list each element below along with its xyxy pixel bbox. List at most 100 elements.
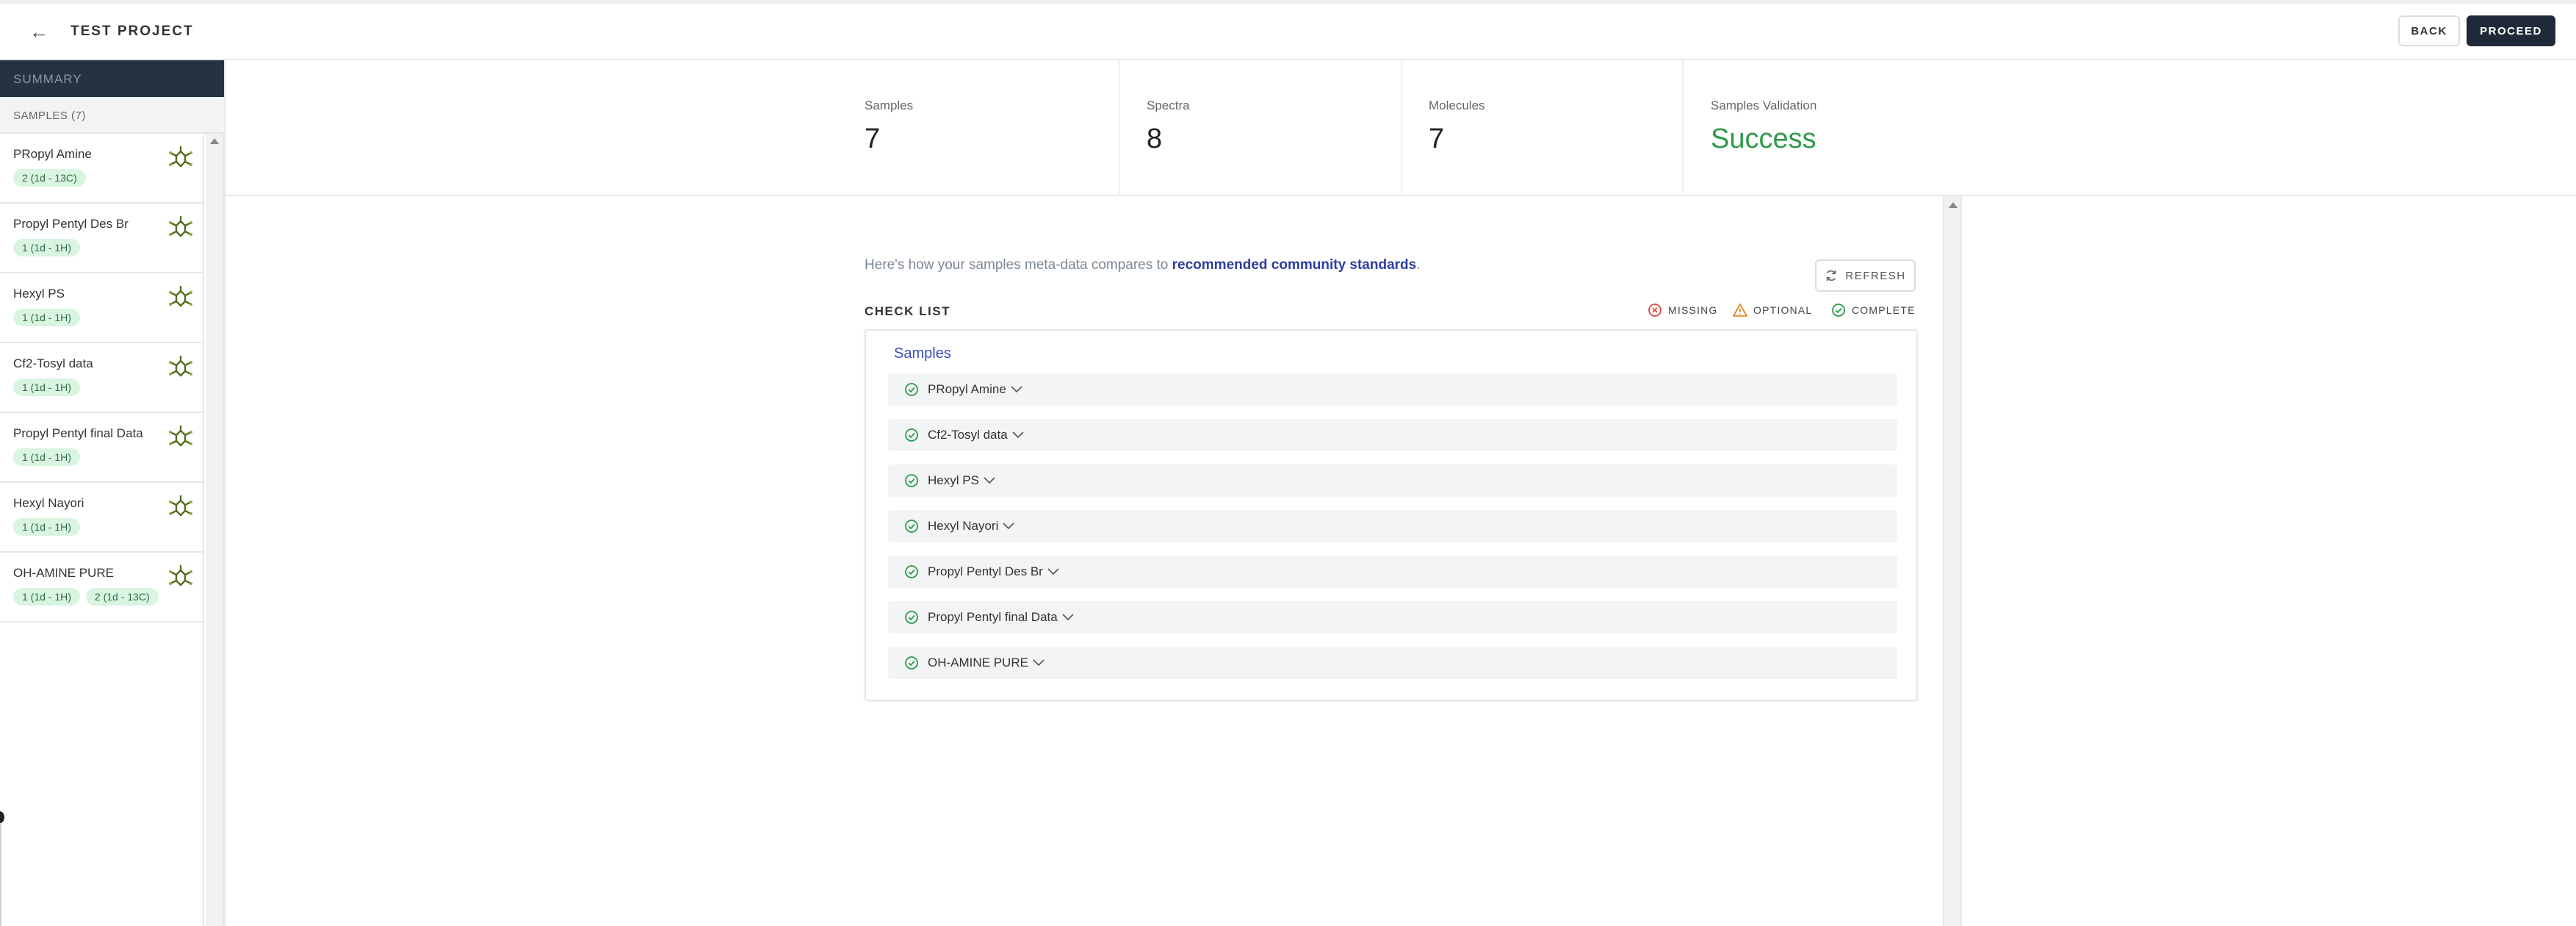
complete-icon [1832,304,1845,317]
legend-complete: COMPLETE [1831,303,1916,317]
intro-text-body: Here's how your samples meta-data compar… [865,257,1172,273]
checklist-row[interactable]: Propyl Pentyl Des Br [888,556,1897,588]
scroll-up-arrow-icon[interactable] [1949,202,1958,208]
molecule-icon[interactable] [167,146,194,171]
check-circle-icon [905,656,918,670]
divider [1401,60,1402,196]
badge-group: 1 (1d - 1H) [13,309,191,326]
stat-value: 7 [1429,123,1445,154]
sidebar-sample-item[interactable]: Hexyl Nayori 1 (1d - 1H) [0,483,204,553]
intro-suffix: . [1416,257,1421,273]
sidebar-sample-item[interactable]: Propyl Pentyl Des Br 1 (1d - 1H) [0,204,204,273]
checklist-row[interactable]: Propyl Pentyl final Data [888,601,1897,634]
checklist-title: CHECK LIST [865,304,950,318]
summary-tab[interactable]: SUMMARY [0,60,224,97]
checklist-row[interactable]: Hexyl Nayori [888,510,1897,542]
check-circle-icon [905,565,918,578]
row-label: Hexyl Nayori [928,519,999,533]
scroll-up-arrow-icon[interactable] [210,138,219,144]
chevron-down-icon[interactable] [1012,431,1024,439]
legend-missing-label: MISSING [1668,304,1718,316]
sample-name: Propyl Pentyl final Data [13,426,143,440]
sidebar-sample-item[interactable]: Propyl Pentyl final Data 1 (1d - 1H) [0,413,204,483]
legend-optional: OPTIONAL [1733,303,1812,317]
row-label: OH-AMINE PURE [928,656,1028,670]
molecule-icon[interactable] [167,215,194,240]
chevron-down-icon[interactable] [1062,614,1074,621]
sample-name: PRopyl Amine [13,147,92,161]
row-label: Cf2-Tosyl data [928,428,1008,442]
legend-complete-label: COMPLETE [1852,304,1916,316]
check-circle-icon [905,520,918,533]
badge-group: 1 (1d - 1H) [13,378,191,396]
missing-icon [1648,304,1662,317]
stats-bar: Samples 7 Spectra 8 Molecules 7 Samples … [224,60,2576,196]
content-scrollbar[interactable] [1943,196,1962,926]
sidebar-sample-item[interactable]: Hexyl PS 1 (1d - 1H) [0,273,204,343]
samples-header: SAMPLES (7) [0,97,224,134]
legend-optional-label: OPTIONAL [1753,304,1813,316]
sample-name: Hexyl PS [13,287,65,301]
molecule-icon[interactable] [167,425,194,450]
badge-group: 1 (1d - 1H) [13,518,191,536]
badge-group: 2 (1d - 13C) [13,169,191,187]
molecule-icon[interactable] [167,495,194,520]
stat-label: Spectra [1147,98,1190,112]
optional-icon [1733,304,1747,317]
check-circle-icon [905,474,918,487]
checklist-row[interactable]: OH-AMINE PURE [888,647,1897,679]
molecule-icon[interactable] [167,355,194,380]
main-content: Samples 7 Spectra 8 Molecules 7 Samples … [224,60,2576,926]
sidebar-scrollbar[interactable] [206,134,224,926]
sidebar: SUMMARY SAMPLES (7) PRopyl Amine 2 (1d -… [0,60,224,926]
header-bar: ← TEST PROJECT BACK PROCEED [0,4,2576,60]
stat-label: Samples Validation [1711,98,1817,112]
checklist-row[interactable]: Hexyl PS [888,464,1897,497]
check-circle-icon [905,428,918,442]
sample-name: Propyl Pentyl Des Br [13,217,129,231]
chevron-down-icon[interactable] [1033,659,1045,667]
spectra-badge: 2 (1d - 13C) [85,588,159,606]
sample-list: PRopyl Amine 2 (1d - 13C) Propyl Pentyl … [0,134,204,926]
badge-group: 1 (1d - 1H) 2 (1d - 13C) [13,588,191,606]
spectra-badge: 2 (1d - 13C) [13,169,86,187]
proceed-button[interactable]: PROCEED [2467,15,2555,46]
row-label: PRopyl Amine [928,382,1006,396]
stat-label: Samples [865,98,914,112]
spectra-badge: 1 (1d - 1H) [13,518,80,536]
project-title: TEST PROJECT [71,24,194,39]
sample-name: OH-AMINE PURE [13,566,114,580]
intro-text: Here's how your samples meta-data compar… [865,257,1421,273]
refresh-button[interactable]: REFRESH [1815,259,1916,292]
badge-group: 1 (1d - 1H) [13,448,191,466]
legend-missing: MISSING [1648,303,1718,317]
row-label: Hexyl PS [928,473,979,487]
chevron-down-icon[interactable] [1047,568,1059,575]
check-circle-icon [905,611,918,624]
sidebar-sample-item[interactable]: OH-AMINE PURE 1 (1d - 1H) 2 (1d - 13C) [0,553,204,622]
molecule-icon[interactable] [167,564,194,589]
divider [1682,60,1684,196]
chevron-down-icon[interactable] [1003,523,1014,530]
standards-link[interactable]: recommended community standards [1172,257,1417,273]
panel-title: Samples [894,345,951,362]
back-button[interactable]: BACK [2398,15,2460,46]
molecule-icon[interactable] [167,285,194,310]
sidebar-sample-item[interactable]: Cf2-Tosyl data 1 (1d - 1H) [0,343,204,413]
sample-name: Hexyl Nayori [13,496,84,510]
spectra-badge: 1 (1d - 1H) [13,378,80,396]
checklist-row[interactable]: Cf2-Tosyl data [888,419,1897,451]
edge-line [0,817,1,926]
refresh-icon [1827,270,1836,281]
spectra-badge: 1 (1d - 1H) [13,309,80,326]
sample-name: Cf2-Tosyl data [13,356,93,370]
back-arrow-icon[interactable]: ← [29,21,48,43]
checklist-row[interactable]: PRopyl Amine [888,373,1897,406]
spectra-badge: 1 (1d - 1H) [13,588,80,606]
divider [1119,60,1120,196]
refresh-label: REFRESH [1845,269,1906,282]
sidebar-sample-item[interactable]: PRopyl Amine 2 (1d - 13C) [0,134,204,204]
chevron-down-icon[interactable] [1011,386,1022,393]
checklist-panel: Samples PRopyl Amine Cf2-Tosyl data Hexyl … [865,329,1918,701]
chevron-down-icon[interactable] [984,477,995,484]
